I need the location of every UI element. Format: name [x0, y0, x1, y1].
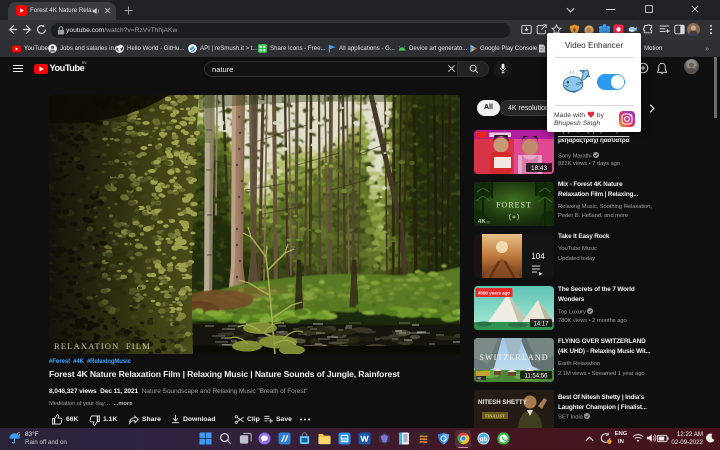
svg-text:RELAXATION FILM: RELAXATION FILM: [54, 341, 151, 351]
svg-text:FINALIST: FINALIST: [485, 413, 505, 418]
svg-text:HD: HD: [486, 221, 491, 225]
svg-text:11:54:56: 11:54:56: [525, 373, 549, 379]
svg-text:104: 104: [531, 252, 545, 261]
svg-text:18:43: 18:43: [531, 165, 547, 172]
svg-text:SWITZERLAND: SWITZERLAND: [479, 353, 548, 362]
svg-text:4500 years ago: 4500 years ago: [478, 291, 511, 296]
svg-text:14:17: 14:17: [533, 321, 549, 327]
svg-text:NITESH SHETTY: NITESH SHETTY: [478, 399, 528, 406]
svg-text:FOREST: FOREST: [496, 201, 532, 210]
svg-text:qb: qb: [480, 436, 488, 443]
svg-text:4K: 4K: [477, 376, 482, 380]
